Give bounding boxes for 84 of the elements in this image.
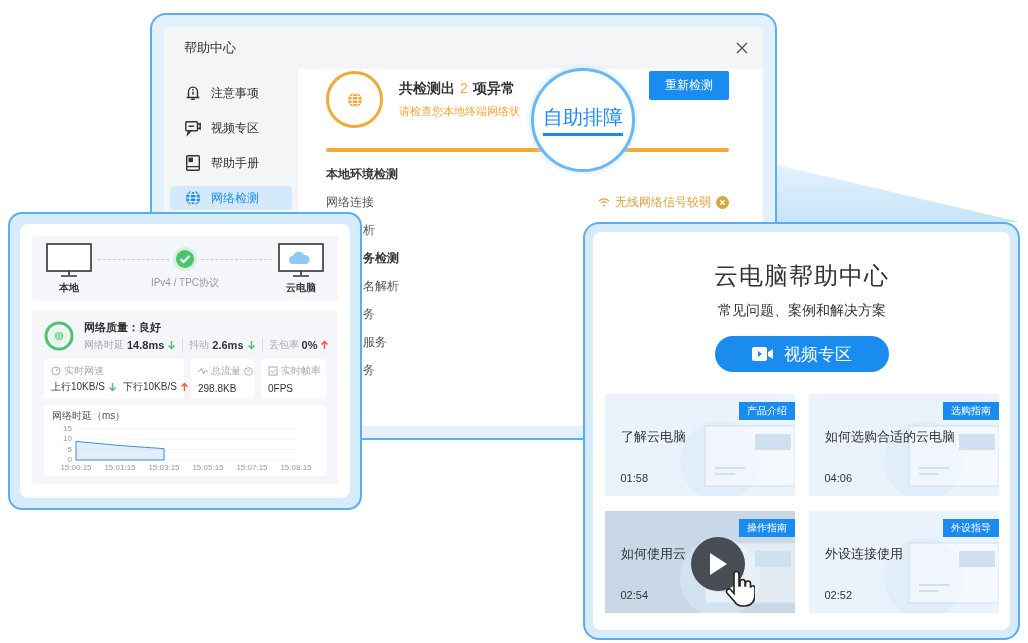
video-card[interactable]: 产品介绍 了解云电脑 01:58	[604, 394, 795, 496]
axis-tick-label: 15:07:15	[236, 463, 268, 472]
video-camera-icon	[751, 346, 774, 362]
stat-value: 下行10KB/S	[122, 380, 177, 394]
sidebar-item[interactable]: 视频专区	[170, 116, 292, 140]
device-label: 云电脑	[286, 280, 316, 295]
video-duration: 01:58	[620, 472, 650, 484]
chart-title: 网络时延（ms）	[52, 409, 126, 423]
wifi-icon	[598, 197, 610, 207]
category-tag: 产品介绍	[738, 402, 795, 420]
axis-tick-label: 15:01:15	[104, 463, 136, 472]
check-item: 名解析	[363, 277, 399, 295]
axis-tick-label: 5	[67, 444, 72, 454]
axis-tick-label: 15	[63, 424, 72, 433]
window-title: 帮助中心	[184, 39, 236, 57]
globe-icon	[184, 189, 202, 207]
metric-value: 0%	[301, 339, 318, 351]
check-circle-icon	[173, 247, 197, 271]
video-duration: 02:52	[824, 589, 854, 601]
device-label: 本地	[59, 280, 79, 295]
video-title: 如何选购合适的云电脑	[824, 428, 956, 446]
book-icon	[184, 154, 202, 172]
category-tag: 操作指南	[738, 519, 795, 537]
play-icon	[707, 552, 728, 576]
lens-label: 自助排障	[543, 104, 623, 136]
subtitle: 常见问题、案例和解决方案	[717, 302, 886, 320]
cloud-monitor-icon	[278, 242, 324, 278]
metric-label: 抖动	[189, 338, 210, 352]
check-item: 务	[363, 305, 375, 323]
pulse-icon	[198, 366, 208, 376]
help-icon	[244, 366, 253, 376]
stat-value: 298.8KB	[198, 383, 237, 394]
video-title: 如何使用云	[620, 545, 687, 563]
protocol-label: IPv4 / TPC协议	[150, 276, 220, 290]
video-duration: 02:54	[620, 589, 650, 601]
video-card[interactable]: 操作指南 如何使用云 02:54	[604, 511, 795, 613]
stat-value: 0FPS	[268, 383, 293, 394]
video-card[interactable]: 外设指导 外设连接使用 02:52	[808, 511, 999, 613]
gauge-icon	[51, 366, 61, 376]
stat-value: 上行10KB/S	[51, 380, 105, 394]
hint-text: 请检查您本地终端网络状	[399, 104, 520, 119]
axis-tick-label: 10	[63, 434, 72, 444]
section-heading: 本地环境检测	[326, 165, 398, 183]
category-tag: 选购指南	[942, 402, 999, 420]
summary-text: 项异常	[472, 80, 515, 98]
frame-rate-icon	[268, 366, 278, 376]
axis-tick-label: 15:08:15	[280, 463, 312, 472]
section-heading: 务检测	[363, 249, 399, 267]
metric-value: 2.6ms	[212, 339, 244, 351]
video-title: 外设连接使用	[824, 545, 904, 563]
check-item: 务	[363, 361, 375, 379]
summary-text: 共检测出	[399, 80, 455, 98]
issue-count: 2	[460, 80, 468, 98]
metric-value: 14.8ms	[127, 339, 165, 351]
error-icon	[716, 195, 729, 209]
quality-ring-icon	[44, 321, 74, 351]
axis-tick-label: 15:00:15	[60, 463, 92, 472]
video-title: 了解云电脑	[620, 428, 687, 446]
video-duration: 04:06	[824, 472, 854, 484]
hand-cursor-icon	[724, 571, 755, 607]
stat-label: 实时帧率	[281, 364, 321, 378]
video-chat-icon	[184, 119, 202, 137]
warning-ring-icon	[326, 71, 383, 128]
video-card[interactable]: 选购指南 如何选购合适的云电脑 04:06	[808, 394, 999, 496]
sidebar-item[interactable]: 注意事项	[170, 81, 292, 105]
quality-title: 网络质量：良好	[84, 320, 162, 335]
stat-label: 总流量	[211, 364, 241, 378]
monitor-icon	[46, 242, 92, 278]
bell-icon	[184, 84, 202, 102]
status-text: 无线网络信号较弱	[615, 193, 711, 211]
axis-tick-label: 0	[67, 455, 72, 464]
play-button[interactable]	[690, 537, 745, 591]
close-icon[interactable]	[735, 41, 749, 55]
axis-tick-label: 15:05:15	[192, 463, 224, 472]
metric-label: 网络时延	[84, 338, 124, 352]
check-item: 网络连接	[326, 193, 374, 211]
check-item: 服务	[363, 333, 387, 351]
metric-label: 丢包率	[268, 338, 299, 352]
category-tag: 外设指导	[942, 519, 999, 537]
page-title: 云电脑帮助中心	[714, 261, 889, 291]
check-item: 析	[363, 221, 375, 239]
sidebar-item[interactable]: 帮助手册	[170, 151, 292, 175]
stat-label: 实时网速	[64, 364, 104, 378]
axis-tick-label: 15:03:15	[148, 463, 180, 472]
